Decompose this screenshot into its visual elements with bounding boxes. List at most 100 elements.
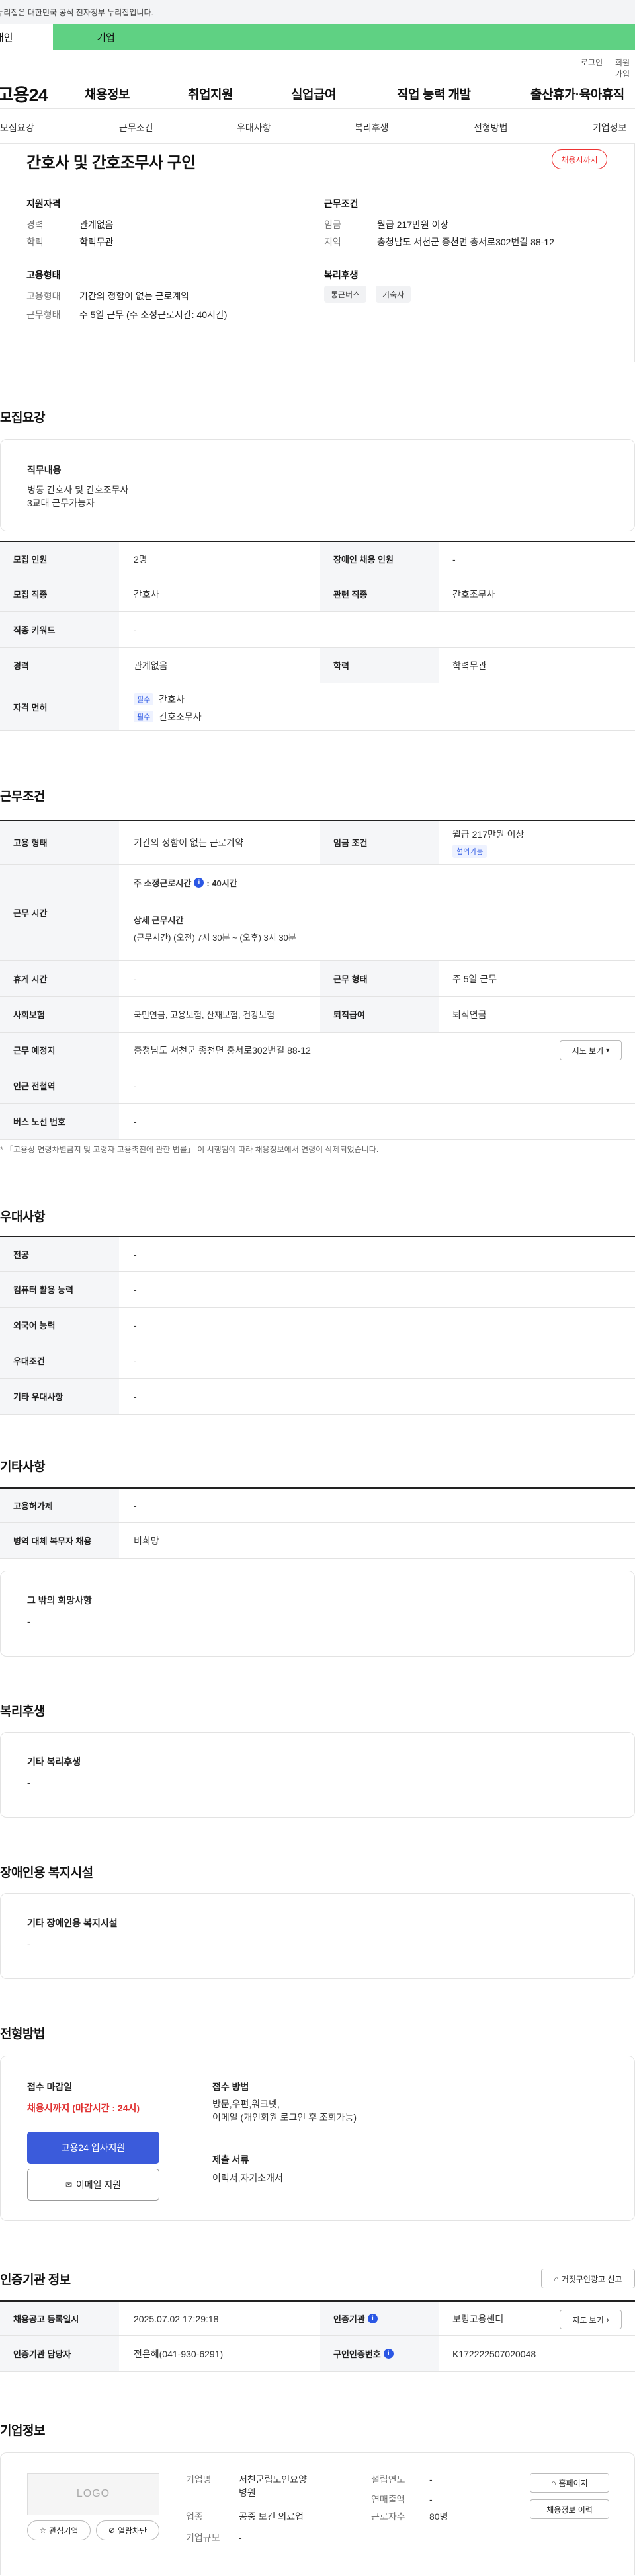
row-label: 근무 형태 <box>320 961 439 996</box>
tab-company[interactable]: 기업정보 <box>593 121 627 134</box>
row-value: - <box>134 1319 137 1331</box>
gov-notice-text: 이 누리집은 대한민국 공식 전자정부 누리집입니다. <box>0 7 153 17</box>
disabled-facility-value: - <box>27 1939 30 1949</box>
tab-personal[interactable]: 개인 <box>0 24 53 50</box>
table-row: 전공 - <box>0 1236 635 1272</box>
row-value: 퇴직연금 <box>452 1009 487 1020</box>
row-label: 모집 인원 <box>0 542 119 576</box>
row-label: 임금 조건 <box>320 821 439 864</box>
gnb-menu-parental-leave[interactable]: 출산휴가·육아휴직 <box>530 85 624 102</box>
tab-recruit[interactable]: 모집요강 <box>0 121 34 134</box>
row-label: 구인인증번호 i <box>320 2336 439 2371</box>
row-value: 전은혜(041-930-6291) <box>134 2348 224 2359</box>
home-icon: ⌂ <box>554 2274 559 2283</box>
site-logo[interactable]: 고용24 <box>0 81 48 106</box>
apply-button[interactable]: 고용24 입사지원 <box>27 2132 159 2164</box>
table-row: 근무 예정지 충청남도 서천군 종천면 충서로302번길 88-12 지도 보기… <box>0 1033 635 1068</box>
row-value: K172222507020048 <box>452 2348 536 2359</box>
cert-section-title: 인증기관 정보 <box>0 2273 71 2287</box>
info-icon[interactable]: i <box>383 2349 394 2359</box>
row-label: 채용공고 등록일시 <box>0 2302 119 2335</box>
company-box: LOGO ☆ 관심기업 ⊘ 열람차단 기업명 서천군립노인요양 병원 업종 공중 보… <box>0 2452 635 2575</box>
wage-label: 임금 <box>324 219 341 230</box>
info-icon[interactable]: i <box>194 878 204 888</box>
required-tag: 필수 <box>134 711 154 722</box>
career-label: 경력 <box>26 219 44 230</box>
row-label: 모집 직종 <box>0 576 119 611</box>
employment-type-value: 기간의 정함이 없는 근로계약 <box>79 291 190 301</box>
row-label: 장애인 채용 인원 <box>320 542 439 576</box>
row-label: 근무 예정지 <box>0 1033 119 1068</box>
table-row: 모집 인원 2명 장애인 채용 인원 - <box>0 541 635 576</box>
gnb-menu-jobs[interactable]: 채용정보 <box>85 85 130 102</box>
email-apply-button[interactable]: ✉ 이메일 지원 <box>27 2169 159 2201</box>
gnb-menu-unemployment[interactable]: 실업급여 <box>291 85 336 102</box>
employees-value: 80명 <box>429 2511 448 2522</box>
history-button[interactable]: 채용정보 이력 <box>530 2499 609 2519</box>
other-wishes-value: - <box>27 1616 30 1627</box>
industry-label: 업종 <box>186 2511 203 2522</box>
row-value: - <box>134 1500 137 1511</box>
chevron-down-icon: ▾ <box>606 1046 610 1054</box>
tab-company[interactable]: 기업 <box>66 24 146 50</box>
row-value: 2명 <box>134 553 148 565</box>
gnb-menu-training[interactable]: 직업 능력 개발 <box>397 85 471 102</box>
section-tabs: 모집요강 근무조건 우대사항 복리후생 전형방법 기업정보 <box>0 108 635 144</box>
row-value: 주 5일 근무 <box>452 973 497 984</box>
top-tabs: 개인 기업 <box>0 24 635 50</box>
row-value: 2025.07.02 17:29:18 <box>134 2313 219 2324</box>
etc-section-title: 기타사항 <box>0 1460 45 1474</box>
info-icon[interactable]: i <box>367 2314 378 2323</box>
deadline-badge: 채용시까지 <box>552 149 607 169</box>
row-label: 학력 <box>320 648 439 683</box>
row-label: 기타 우대사항 <box>0 1379 119 1414</box>
row-value: 충청남도 서천군 종천면 충서로302번길 88-12 <box>134 1044 311 1056</box>
selection-section-title: 전형방법 <box>0 2027 45 2041</box>
row-label: 고용허가제 <box>0 1489 119 1522</box>
agency-map-button[interactable]: 지도 보기 › <box>560 2310 622 2329</box>
tab-selection[interactable]: 전형방법 <box>474 121 508 134</box>
homepage-button[interactable]: ⌂ 홈페이지 <box>530 2473 609 2493</box>
row-label: 병역 대체 복무자 채용 <box>0 1523 119 1558</box>
star-icon: ☆ <box>39 2526 47 2535</box>
tab-preference[interactable]: 우대사항 <box>237 121 271 134</box>
license-item: 필수 간호조무사 <box>134 710 202 723</box>
row-label: 사회보험 <box>0 997 119 1032</box>
block-view-button[interactable]: ⊘ 열람차단 <box>96 2520 159 2540</box>
table-row: 휴게 시간 - 근무 형태 주 5일 근무 <box>0 961 635 997</box>
row-value: - <box>134 1391 137 1402</box>
job-summary-card: 간호사 및 간호조무사 구인 채용시까지 지원자격 경력 관계없음 학력 학력무… <box>0 144 635 362</box>
mail-icon: ✉ <box>65 2180 72 2189</box>
disabled-facility-section-title: 장애인용 복지시설 <box>0 1866 93 1880</box>
report-button[interactable]: ⌂ 거짓구인광고 신고 <box>541 2269 635 2288</box>
method-value: 방문,우편,워크넷, 이메일 (개인회원 로그인 후 조회가능) <box>212 2099 357 2123</box>
row-label: 인근 전철역 <box>0 1068 119 1103</box>
gnb-menu-employment-support[interactable]: 취업지원 <box>188 85 233 102</box>
region-label: 지역 <box>324 237 341 247</box>
duty-text: 병동 간호사 및 간호조무사 3교대 근무가능자 <box>27 485 129 508</box>
industry-value: 공중 보건 의료업 <box>239 2511 304 2522</box>
table-row: 근무 시간 주 소정근로시간 i: 40시간 상세 근무시간 (근무시간) (오전… <box>0 865 635 961</box>
login-link[interactable]: 로그인 <box>581 57 603 68</box>
welfare-box: 기타 복리후생 - <box>0 1732 635 1818</box>
duty-heading: 직무내용 <box>27 465 62 475</box>
company-section-title: 기업정보 <box>0 2424 45 2438</box>
map-view-button[interactable]: 지도 보기 ▾ <box>560 1040 622 1060</box>
company-logo-placeholder: LOGO <box>27 2473 159 2515</box>
education-value: 학력무관 <box>79 237 114 247</box>
table-row: 모집 직종 간호사 관련 직종 간호조무사 <box>0 576 635 612</box>
row-label: 버스 노선 번호 <box>0 1104 119 1139</box>
gov-notice-bar: 이 누리집은 대한민국 공식 전자정부 누리집입니다. <box>0 0 635 24</box>
row-label: 인증기관 담당자 <box>0 2336 119 2371</box>
tab-work-conditions[interactable]: 근무조건 <box>119 121 153 134</box>
weekly-hours: 주 소정근로시간 i: 40시간 <box>134 878 237 888</box>
row-value: 간호조무사 <box>452 588 495 600</box>
tab-welfare[interactable]: 복리후생 <box>355 121 389 134</box>
hours-detail-heading: 상세 근무시간 <box>134 916 184 925</box>
row-value: 학력무관 <box>452 660 487 671</box>
interest-company-button[interactable]: ☆ 관심기업 <box>27 2520 91 2540</box>
table-row: 고용 형태 기간의 정함이 없는 근로계약 임금 조건 월급 217만원 이상 … <box>0 820 635 865</box>
welfare-heading: 복리후생 <box>324 270 359 280</box>
home-icon: ⌂ <box>551 2478 556 2487</box>
size-value: - <box>239 2532 242 2543</box>
